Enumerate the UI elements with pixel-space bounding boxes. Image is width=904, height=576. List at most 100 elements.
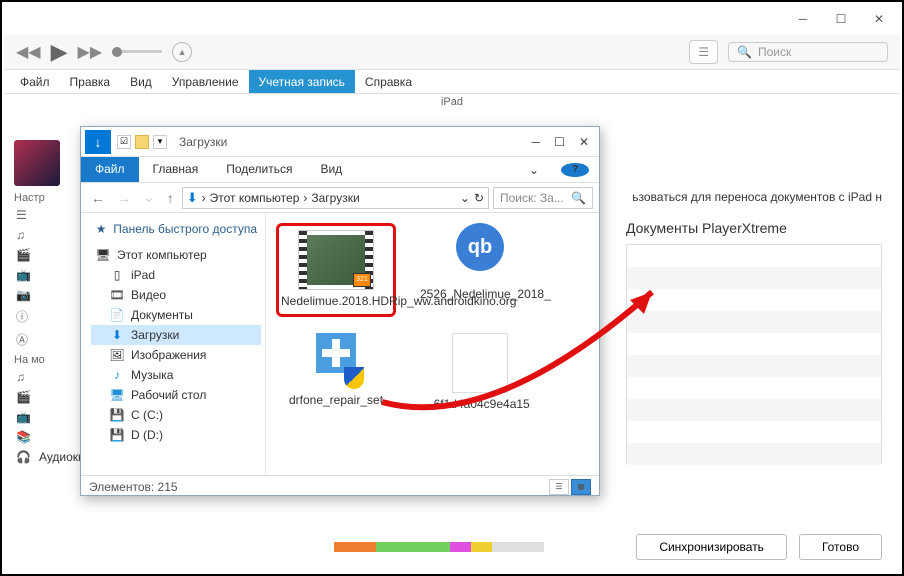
explorer-window: ↓ ☑ ▾ Загрузки ─ ☐ ✕ Файл Главная Подели… — [80, 126, 600, 496]
back-button[interactable]: ← — [87, 190, 109, 206]
airplay-icon[interactable]: ▲ — [172, 42, 192, 62]
file-item-video[interactable]: 321 Nedelimue.2018.HDRip_ww.androidkino.… — [276, 223, 396, 317]
nav-device-movies[interactable]: 🎬 — [16, 390, 78, 404]
tree-pictures[interactable]: 🖼Изображения — [91, 345, 261, 365]
downloads-icon: ⬇ — [187, 190, 198, 206]
done-button[interactable]: Готово — [799, 534, 882, 560]
address-input[interactable]: ⬇ › Этот компьютер › Загрузки ⌄ ↻ — [182, 187, 489, 209]
search-input[interactable]: 🔍 Поиск — [728, 42, 888, 62]
forward-button[interactable]: → — [113, 190, 135, 206]
documents-title: Документы PlayerXtreme — [626, 220, 882, 236]
nav-photos[interactable]: 📷 — [16, 288, 78, 302]
menu-view[interactable]: Вид — [120, 70, 162, 93]
explorer-app-icon[interactable]: ↓ — [85, 130, 111, 154]
menu-edit[interactable]: Правка — [60, 70, 121, 93]
icons-view-button[interactable]: ▦ — [571, 479, 591, 495]
tree-this-pc[interactable]: 🖥Этот компьютер — [91, 245, 261, 265]
blank-file-icon — [452, 333, 508, 393]
star-icon: ★ — [95, 222, 107, 236]
nav-device-music[interactable]: ♫ — [16, 370, 78, 384]
nav-device-tv[interactable]: 📺 — [16, 410, 78, 424]
tree-quick-access[interactable]: ★Панель быстрого доступа — [91, 219, 261, 239]
music-icon: ♪ — [109, 368, 125, 382]
ribbon-file-tab[interactable]: Файл — [81, 157, 139, 182]
breadcrumb-downloads[interactable]: Загрузки — [311, 191, 359, 205]
qat-dropdown-icon[interactable]: ▾ — [153, 135, 167, 149]
explorer-statusbar: Элементов: 215 ☰ ▦ — [81, 475, 599, 497]
qat-folder-icon[interactable] — [135, 135, 149, 149]
ribbon-expand-icon[interactable]: ⌄ — [515, 158, 553, 182]
device-thumbnail[interactable] — [14, 140, 60, 186]
tree-drive-c[interactable]: 💾C (C:) — [91, 405, 261, 425]
downloads-icon: ⬇ — [109, 328, 125, 342]
section-on-device: На мо — [14, 354, 78, 366]
drive-icon: 💾 — [109, 408, 125, 422]
tree-ipad[interactable]: ▯iPad — [91, 265, 261, 285]
breadcrumb-pc[interactable]: Этот компьютер — [210, 191, 300, 205]
storage-bar — [334, 542, 544, 552]
file-item-torrent[interactable]: qb 2526_Nedelimue_2018_ — [420, 223, 540, 317]
up-button[interactable]: ↑ — [163, 190, 178, 206]
explorer-maximize-button[interactable]: ☐ — [554, 135, 565, 149]
menu-account[interactable]: Учетная запись — [249, 70, 355, 93]
mpc-badge-icon: 321 — [353, 273, 371, 287]
explorer-address-bar: ← → ⌄ ↑ ⬇ › Этот компьютер › Загрузки ⌄ … — [81, 183, 599, 213]
itunes-titlebar: ─ ☐ ✕ — [4, 4, 900, 34]
drive-icon: 💾 — [109, 428, 125, 442]
nav-device-books[interactable]: 📚 — [16, 430, 78, 444]
file-item-drfone[interactable]: drfone_repair_set — [276, 333, 396, 413]
ribbon-share-tab[interactable]: Поделиться — [212, 157, 306, 182]
nav-info[interactable]: ⓘ — [16, 308, 78, 325]
ribbon-home-tab[interactable]: Главная — [139, 157, 213, 182]
explorer-minimize-button[interactable]: ─ — [532, 135, 541, 149]
nav-music[interactable]: ♫ — [16, 228, 78, 242]
refresh-icon[interactable]: ↻ — [474, 191, 484, 205]
menu-controls[interactable]: Управление — [162, 70, 249, 93]
tree-drive-d[interactable]: 💾D (D:) — [91, 425, 261, 445]
computer-icon: 🖥 — [95, 248, 111, 262]
nav-summary[interactable]: ☰ — [16, 208, 78, 222]
help-icon[interactable]: ? — [561, 163, 589, 177]
sync-button[interactable]: Синхронизировать — [636, 534, 787, 560]
explorer-close-button[interactable]: ✕ — [579, 135, 589, 149]
ribbon-view-tab[interactable]: Вид — [306, 157, 356, 182]
recent-dropdown[interactable]: ⌄ — [139, 189, 159, 206]
nav-audiobooks[interactable]: 🎧 Аудиокниги — [16, 450, 78, 464]
desktop-icon: 🖥 — [109, 388, 125, 402]
explorer-ribbon: Файл Главная Поделиться Вид ⌄ ? — [81, 157, 599, 183]
qat-props-icon[interactable]: ☑ — [117, 135, 131, 149]
next-button[interactable]: ▶▶ — [78, 42, 103, 62]
search-icon: 🔍 — [571, 191, 586, 205]
video-thumbnail: 321 — [298, 230, 374, 290]
itunes-sidebar: Настр ☰ ♫ 🎬 📺 📷 ⓘ Ⓐ На мо ♫ 🎬 📺 📚 🎧 Ауди… — [14, 140, 78, 464]
minimize-button[interactable]: ─ — [790, 8, 816, 30]
tree-downloads[interactable]: ⬇Загрузки — [91, 325, 261, 345]
tree-desktop[interactable]: 🖥Рабочий стол — [91, 385, 261, 405]
nav-tv[interactable]: 📺 — [16, 268, 78, 282]
tablet-icon: ▯ — [109, 268, 125, 282]
documents-pane: Документы PlayerXtreme — [626, 220, 882, 464]
playback-controls: ◀◀ ▶ ▶▶ — [16, 39, 102, 65]
tree-music[interactable]: ♪Музыка — [91, 365, 261, 385]
maximize-button[interactable]: ☐ — [828, 8, 854, 30]
itunes-menubar: Файл Правка Вид Управление Учетная запис… — [4, 70, 900, 94]
nav-movies[interactable]: 🎬 — [16, 248, 78, 262]
nav-apps[interactable]: Ⓐ — [16, 331, 78, 348]
close-button[interactable]: ✕ — [866, 8, 892, 30]
play-button[interactable]: ▶ — [51, 39, 68, 65]
explorer-titlebar: ↓ ☑ ▾ Загрузки ─ ☐ ✕ — [81, 127, 599, 157]
search-placeholder-text: Поиск: За... — [500, 191, 564, 205]
details-view-button[interactable]: ☰ — [549, 479, 569, 495]
list-view-button[interactable]: ☰ — [689, 40, 718, 64]
menu-file[interactable]: Файл — [10, 70, 60, 93]
file-item-blank[interactable]: .6f1d4a04c9e4a15 — [420, 333, 540, 413]
volume-control[interactable] — [112, 50, 162, 53]
tree-video[interactable]: 🎞Видео — [91, 285, 261, 305]
explorer-search-input[interactable]: Поиск: За... 🔍 — [493, 187, 593, 209]
prev-button[interactable]: ◀◀ — [16, 42, 41, 62]
search-placeholder: Поиск — [758, 45, 791, 59]
menu-help[interactable]: Справка — [355, 70, 422, 93]
documents-list[interactable] — [626, 244, 882, 464]
tree-documents[interactable]: 📄Документы — [91, 305, 261, 325]
file-label: Nedelimue.2018.HDRip_ww.androidkino.org — [281, 294, 391, 310]
